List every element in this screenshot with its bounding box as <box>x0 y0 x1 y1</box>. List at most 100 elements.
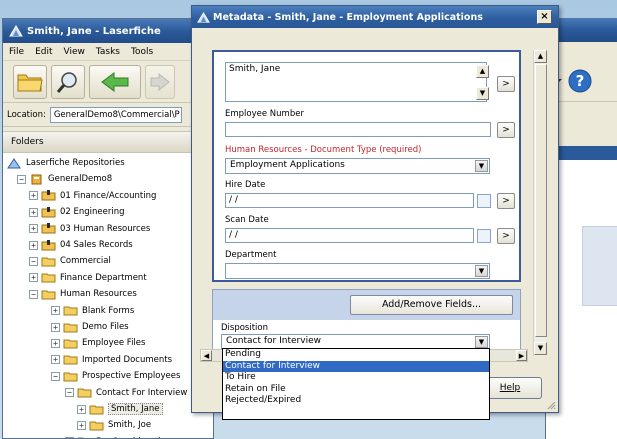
name-expand-button[interactable]: > <box>497 76 515 92</box>
scrollbar-thumb[interactable] <box>535 64 547 337</box>
department-label: Department <box>225 250 277 260</box>
menu-tasks[interactable]: Tasks <box>96 47 120 57</box>
menu-tools[interactable]: Tools <box>131 47 153 57</box>
document-type-select[interactable]: Employment Applications ▼ <box>225 158 490 174</box>
dialog-title-bar[interactable]: Metadata - Smith, Jane - Employment Appl… <box>192 6 558 28</box>
expand-icon[interactable]: + <box>29 191 38 201</box>
main-title-bar[interactable]: Smith, Jane - Laserfiche <box>3 19 213 43</box>
close-button[interactable]: × <box>537 10 552 24</box>
scroll-left-icon[interactable]: ◀ <box>201 350 212 361</box>
search-icon <box>56 71 77 93</box>
expand-icon[interactable]: + <box>29 224 38 234</box>
dropdown-option[interactable]: Retain on File <box>223 384 489 396</box>
collapse-icon[interactable]: − <box>17 174 26 184</box>
expand-icon[interactable]: + <box>29 207 38 217</box>
menu-file[interactable]: File <box>9 47 24 57</box>
document-thumbnail[interactable] <box>582 226 617 306</box>
vertical-scrollbar[interactable]: ▲ ▼ <box>533 50 547 356</box>
hire-date-calendar-icon[interactable] <box>477 194 491 208</box>
expand-icon[interactable]: + <box>29 240 38 250</box>
menu-edit[interactable]: Edit <box>35 47 52 57</box>
expand-icon[interactable]: + <box>51 322 60 332</box>
expand-icon[interactable]: + <box>77 404 86 414</box>
expand-icon[interactable]: + <box>29 273 38 283</box>
collapse-icon[interactable]: − <box>29 289 38 299</box>
resize-grip-icon[interactable] <box>546 400 556 410</box>
menu-view[interactable]: View <box>64 47 85 57</box>
scan-date-expand-button[interactable]: > <box>497 228 515 244</box>
tree-item[interactable]: +04 Sales Records <box>29 237 133 253</box>
collapse-icon[interactable]: − <box>51 371 60 381</box>
scroll-up-icon[interactable]: ▲ <box>534 50 547 63</box>
scroll-up-icon[interactable]: ▲ <box>476 65 489 78</box>
cabinet-icon <box>41 190 56 201</box>
tree-item-label: 03 Human Resources <box>60 223 151 234</box>
search-button[interactable] <box>51 64 85 99</box>
scan-date-calendar-icon[interactable] <box>477 229 491 243</box>
folder-icon <box>41 257 56 267</box>
folder-icon <box>41 290 56 300</box>
department-select[interactable]: ▼ <box>225 263 490 279</box>
name-field[interactable]: Smith, Jane <box>225 62 487 102</box>
chevron-down-icon[interactable]: ▼ <box>475 336 488 348</box>
tree-item[interactable]: − GeneralDemo8 <box>17 171 112 187</box>
tree-item[interactable]: + Smith, Joe <box>77 417 151 433</box>
location-field[interactable]: GeneralDemo8\Commercial\P <box>49 106 182 123</box>
tree-item-label: Prospective Employees <box>82 371 181 382</box>
dropdown-option[interactable]: Rejected/Expired <box>223 395 489 407</box>
repository-icon <box>31 174 42 185</box>
expand-icon[interactable]: + <box>51 306 60 316</box>
hire-date-expand-button[interactable]: > <box>497 193 515 209</box>
document-type-label: Human Resources - Document Type (require… <box>225 145 422 155</box>
tree-item[interactable]: +For Consideration <box>65 434 171 438</box>
tree-item[interactable]: +02 Engineering <box>29 204 125 220</box>
tree-item[interactable]: − Contact For Interview <box>65 385 187 401</box>
chevron-down-icon[interactable]: ▼ <box>475 160 488 172</box>
chevron-down-icon[interactable]: ▼ <box>475 265 488 277</box>
back-button[interactable] <box>89 64 141 99</box>
tree-item[interactable]: − Prospective Employees <box>51 368 180 384</box>
dropdown-option[interactable]: To Hire <box>223 372 489 384</box>
tree-item[interactable]: + Demo Files <box>51 319 129 335</box>
main-window-title: Smith, Jane - Laserfiche <box>27 25 161 37</box>
tree-item[interactable]: +01 Finance/Accounting <box>29 188 156 204</box>
employee-number-expand-button[interactable]: > <box>497 122 515 138</box>
tree-item-label: Imported Documents <box>82 354 173 365</box>
open-folder-button[interactable] <box>13 64 47 99</box>
collapse-icon[interactable]: − <box>29 256 38 266</box>
folder-icon <box>41 273 56 283</box>
scan-date-label: Scan Date <box>225 215 269 225</box>
expand-icon[interactable]: + <box>51 355 60 365</box>
dropdown-option[interactable]: Contact for Interview <box>223 360 489 372</box>
dropdown-option[interactable]: Pending <box>223 349 489 361</box>
scan-date-field[interactable]: / / <box>225 228 474 243</box>
tree-item[interactable]: Laserfiche Repositories <box>7 155 125 171</box>
tree-item[interactable]: +03 Human Resources <box>29 221 150 237</box>
scroll-right-icon[interactable]: ▶ <box>516 350 527 361</box>
folder-icon <box>63 323 78 332</box>
scroll-down-icon[interactable]: ▼ <box>534 342 547 355</box>
laserfiche-repositories-icon <box>7 157 21 168</box>
tree-item[interactable]: + Smith, Jane <box>77 401 163 417</box>
expand-icon[interactable]: + <box>77 420 86 430</box>
forward-arrow-icon <box>150 72 170 91</box>
tree-item[interactable]: + Imported Documents <box>51 352 172 368</box>
forward-button[interactable] <box>145 64 175 99</box>
tree-item[interactable]: + Employee Files <box>51 335 145 351</box>
tree-item[interactable]: + Blank Forms <box>51 303 134 319</box>
collapse-icon[interactable]: − <box>65 388 74 398</box>
help-icon[interactable]: ? <box>568 69 592 93</box>
expand-icon[interactable]: + <box>51 338 60 348</box>
employee-number-field[interactable] <box>225 122 491 137</box>
add-remove-fields-button[interactable]: Add/Remove Fields... <box>350 295 513 315</box>
disposition-area: Disposition Contact for Interview ▼ <box>213 320 520 350</box>
main-window: Smith, Jane - Laserfiche File Edit View … <box>2 18 214 439</box>
scroll-down-icon[interactable]: ▼ <box>476 87 489 100</box>
tree-item[interactable]: − Human Resources <box>29 286 137 302</box>
dialog-title: Metadata - Smith, Jane - Employment Appl… <box>213 11 483 23</box>
tree-item[interactable]: − Commercial <box>29 253 111 269</box>
tree-item[interactable]: + Finance Department <box>29 270 147 286</box>
hire-date-field[interactable]: / / <box>225 193 474 208</box>
tree-item-label: Laserfiche Repositories <box>26 158 125 168</box>
open-folder-icon <box>17 74 43 91</box>
